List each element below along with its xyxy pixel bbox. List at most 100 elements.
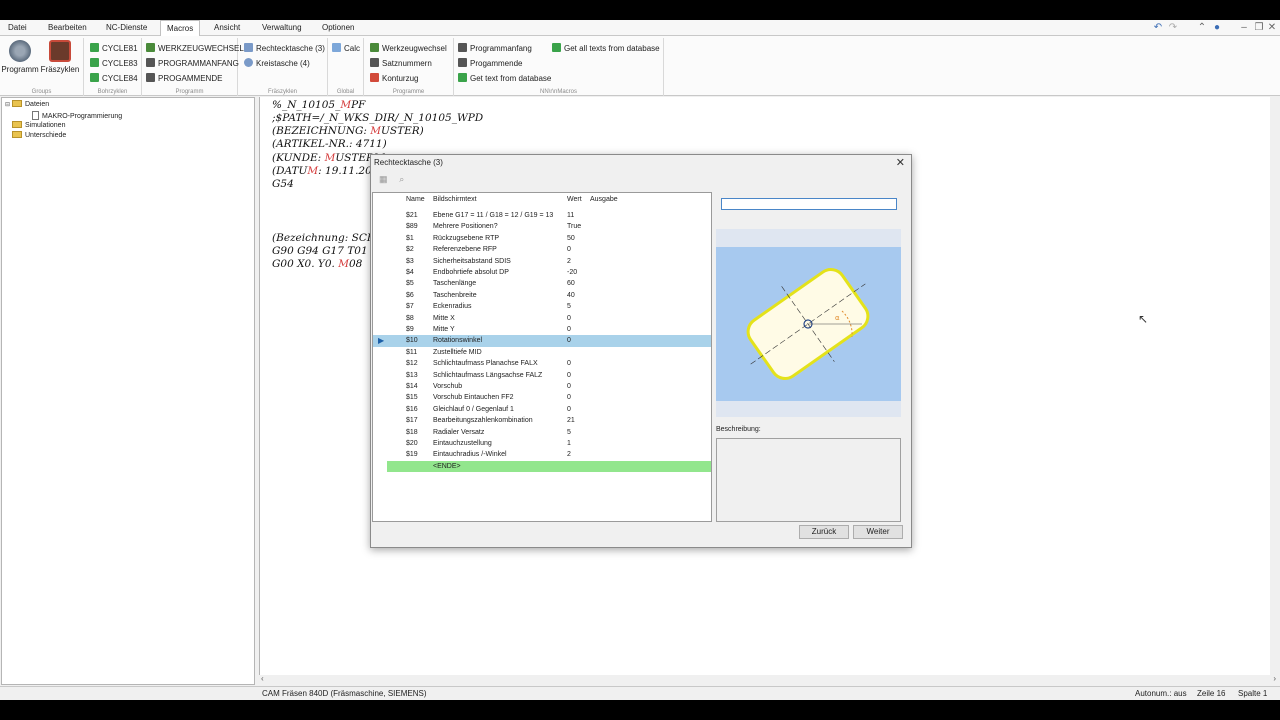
col-header-text[interactable]: Bildschirmtext [433, 193, 477, 207]
cell-wert: 0 [567, 326, 571, 333]
tree-item-simulationen[interactable]: Simulationen [12, 121, 65, 131]
menu-optionen[interactable]: Optionen [316, 20, 360, 36]
parameter-grid: Name Bildschirmtext Wert Ausgabe $21 Eben… [372, 192, 712, 522]
menu-bearbeiten[interactable]: Bearbeiten [42, 20, 93, 36]
get-all-texts-button[interactable]: Get all texts from database [552, 42, 660, 55]
kreistasche-button[interactable]: Kreistasche (4) [244, 57, 310, 70]
program-start-icon [146, 58, 155, 67]
table-row[interactable]: $5 Taschenlänge 60 [373, 278, 711, 289]
pocket-preview: α [716, 229, 901, 417]
col-header-ausgabe[interactable]: Ausgabe [590, 193, 618, 207]
menu-ansicht[interactable]: Ansicht [208, 20, 246, 36]
progammende-button[interactable]: PROGAMMENDE [146, 72, 222, 85]
scroll-left-icon[interactable]: ‹ [261, 674, 264, 683]
col-header-wert[interactable]: Wert [567, 193, 582, 207]
cell-name: $9 [406, 326, 414, 333]
window-close-icon[interactable]: ✕ [1266, 22, 1278, 34]
menu-datei[interactable]: Datei [2, 20, 33, 36]
table-row[interactable]: $9 Mitte Y 0 [373, 324, 711, 335]
table-row[interactable]: $20 Eintauchzustellung 1 [373, 438, 711, 449]
cycle84-button[interactable]: CYCLE84 [90, 72, 138, 85]
value-input[interactable] [721, 198, 897, 210]
table-row[interactable]: $7 Eckenradius 5 [373, 301, 711, 312]
table-row[interactable]: $4 Endbohrtiefe absolut DP -20 [373, 267, 711, 278]
tree-item-unterschiede[interactable]: Unterschiede [12, 131, 66, 141]
werkzeugwechsel-button[interactable]: WERKZEUGWECHSEL [146, 42, 244, 55]
satznummern-button[interactable]: Satznummern [370, 57, 432, 70]
table-row[interactable]: ▶ $10 Rotationswinkel 0 [373, 335, 711, 347]
table-row-end[interactable]: <ENDE> [387, 460, 711, 473]
folder-icon [12, 100, 22, 107]
get-text-button[interactable]: Get text from database [458, 72, 551, 85]
cell-name: $15 [406, 394, 418, 402]
scroll-right-icon[interactable]: › [1273, 674, 1276, 683]
close-icon[interactable]: ✕ [896, 156, 905, 169]
window-minimize-icon[interactable]: – [1238, 22, 1250, 34]
window-restore-icon[interactable]: ❐ [1253, 22, 1265, 34]
value-textbox[interactable] [722, 199, 896, 210]
table-row[interactable]: $15 Vorschub Eintauchen FF2 0 [373, 392, 711, 403]
help-icon[interactable]: ● [1211, 22, 1223, 34]
cell-wert: 0 [567, 405, 571, 413]
program-end-icon [458, 58, 467, 67]
table-row[interactable]: $12 Schlichtaufmass Planachse FALX 0 [373, 358, 711, 369]
cycle81-button[interactable]: CYCLE81 [90, 42, 138, 55]
col-header-name[interactable]: Name [406, 193, 425, 207]
group-programm: WERKZEUGWECHSEL PROGRAMMANFANG PROGAMMEN… [142, 38, 244, 96]
zurueck-button[interactable]: Zurück [799, 525, 849, 539]
table-row[interactable]: $16 Gleichlauf 0 / Gegenlauf 1 0 [373, 404, 711, 415]
werkzeugwechsel-macro-button[interactable]: Werkzeugwechsel [370, 42, 447, 55]
table-row[interactable]: $3 Sicherheitsabstand SDIS 2 [373, 256, 711, 267]
search-icon[interactable]: ⌕ [399, 174, 409, 184]
cell-text: Schlichtaufmass Längsachse FALZ [433, 371, 543, 379]
fraeszyklen-button[interactable]: Fräszyklen [40, 40, 80, 74]
code-line: ;$PATH=/_N_WKS_DIR/_N_10105_WPD [272, 112, 484, 124]
table-row[interactable]: $14 Vorschub 0 [373, 381, 711, 392]
table-row[interactable]: $18 Radialer Versatz 5 [373, 427, 711, 438]
folder-icon [12, 131, 22, 138]
table-row[interactable]: $13 Schlichtaufmass Längsachse FALZ 0 [373, 370, 711, 381]
cell-text: Taschenbreite [433, 291, 477, 299]
redo-icon[interactable]: ↷ [1167, 22, 1179, 34]
weiter-button[interactable]: Weiter [853, 525, 903, 539]
cell-text: Taschenlänge [433, 280, 477, 288]
table-row[interactable]: $17 Bearbeitungszahlenkombination 21 [373, 415, 711, 426]
cell-name: $6 [406, 291, 414, 299]
programmanfang-button[interactable]: PROGRAMMANFANG [146, 57, 239, 70]
table-row[interactable]: $11 Zustelltiefe MID [373, 347, 711, 358]
table-row[interactable]: $19 Eintauchradius /-Winkel 2 [373, 449, 711, 460]
table-row[interactable]: $89 Mehrere Positionen? True [373, 221, 711, 232]
table-row[interactable]: $1 Rückzugsebene RTP 50 [373, 233, 711, 244]
tree-item-makro[interactable]: MAKRO-Programmierung [32, 111, 122, 121]
cell-wert: 60 [567, 280, 575, 288]
table-row[interactable]: $2 Referenzebene RFP 0 [373, 244, 711, 255]
table-row[interactable]: $8 Mitte X 0 [373, 313, 711, 324]
programm-button[interactable]: Programm [0, 40, 40, 74]
code-line: (DATUM: 19.11.2020 [272, 165, 386, 177]
cell-text: Mitte Y [433, 326, 455, 333]
minimize-ribbon-icon[interactable]: ⌃ [1196, 22, 1208, 34]
menu-macros[interactable]: Macros [160, 20, 201, 37]
undo-icon[interactable]: ↶ [1152, 22, 1164, 34]
group-groups: Programm Fräszyklen Groups [0, 38, 84, 96]
nn-programmanfang-button[interactable]: Programmanfang [458, 42, 532, 55]
cell-text: Eintauchzustellung [433, 440, 492, 447]
status-machine: CAM Fräsen 840D (Fräsmaschine, SIEMENS) [262, 689, 427, 698]
cycle83-button[interactable]: CYCLE83 [90, 57, 138, 70]
menu-verwaltung[interactable]: Verwaltung [256, 20, 308, 36]
copy-icon[interactable]: ▦ [379, 174, 389, 184]
circle-pocket-icon [244, 58, 253, 67]
vertical-scrollbar[interactable] [1270, 97, 1280, 675]
menu-nc-dienste[interactable]: NC-Dienste [100, 20, 153, 36]
calc-button[interactable]: Calc [332, 42, 360, 55]
cell-name: $18 [406, 428, 418, 436]
konturzug-button[interactable]: Konturzug [370, 72, 418, 85]
table-row[interactable]: $21 Ebene G17 = 11 / G18 = 12 / G19 = 13 1… [373, 210, 711, 221]
table-row[interactable]: $6 Taschenbreite 40 [373, 290, 711, 301]
nn-progammende-button[interactable]: Progammende [458, 57, 522, 70]
rechtecktasche-button[interactable]: Rechtecktasche (3) [244, 42, 325, 55]
horizontal-scrollbar[interactable]: ‹ › [259, 674, 1280, 685]
tree-item-dateien[interactable]: ⊟ Dateien [5, 100, 49, 110]
contour-icon [370, 73, 379, 82]
cell-name: $19 [406, 451, 418, 459]
